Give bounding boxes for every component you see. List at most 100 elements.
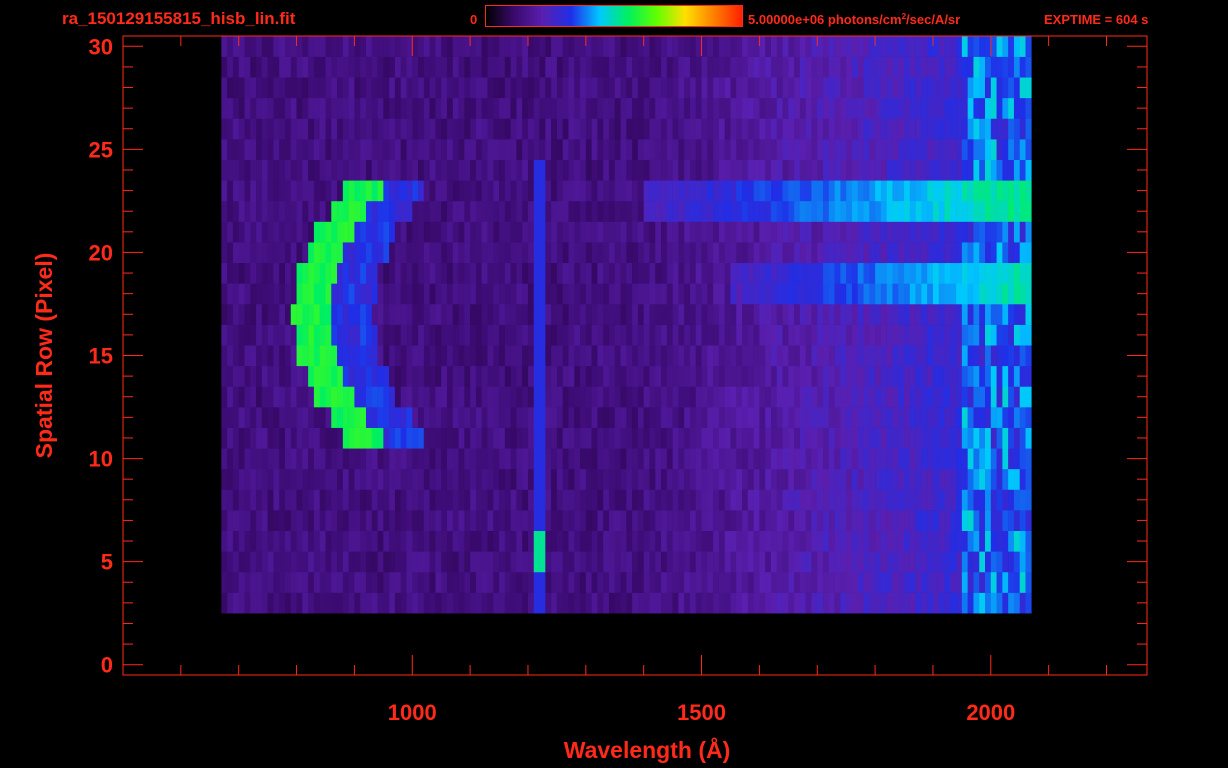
heatmap-cell	[232, 345, 240, 367]
heatmap-cell	[643, 77, 650, 99]
heatmap-cell	[875, 571, 882, 593]
heatmap-cell	[649, 303, 656, 325]
heatmap-cell	[759, 592, 766, 614]
heatmap-cell	[406, 365, 413, 387]
heatmap-cell	[383, 242, 390, 264]
heatmap-cell	[319, 551, 326, 573]
heatmap-cell	[938, 324, 945, 346]
heatmap-cell	[996, 118, 1003, 140]
heatmap-cell	[904, 262, 911, 284]
heatmap-cell	[759, 345, 766, 367]
heatmap-cell	[1013, 283, 1021, 305]
heatmap-cell	[313, 200, 321, 222]
heatmap-cell	[533, 407, 540, 428]
heatmap-cell	[1002, 345, 1009, 367]
heatmap-cell	[406, 139, 413, 160]
heatmap-cell	[799, 407, 806, 428]
heatmap-cell	[504, 510, 511, 532]
heatmap-cell	[880, 386, 887, 408]
heatmap-cell	[811, 283, 818, 305]
heatmap-cell	[799, 489, 806, 511]
heatmap-cell	[608, 36, 616, 57]
heatmap-cell	[383, 36, 390, 57]
heatmap-cell	[990, 118, 997, 140]
heatmap-cell	[684, 262, 691, 284]
heatmap-cell	[227, 159, 234, 181]
heatmap-cell	[412, 77, 419, 99]
heatmap-cell	[510, 530, 517, 552]
heatmap-cell	[956, 468, 963, 490]
heatmap-cell	[684, 571, 691, 593]
heatmap-cell	[441, 221, 448, 243]
heatmap-cell	[875, 510, 882, 532]
heatmap-cell	[961, 159, 968, 181]
heatmap-cell	[730, 530, 737, 552]
heatmap-cell	[487, 592, 494, 614]
heatmap-cell	[851, 139, 859, 160]
heatmap-cell	[475, 262, 482, 284]
heatmap-cell	[319, 159, 326, 181]
heatmap-cell	[637, 324, 644, 346]
heatmap-cell	[527, 571, 535, 593]
heatmap-cell	[799, 56, 806, 78]
heatmap-cell	[545, 468, 552, 490]
heatmap-cell	[400, 427, 407, 449]
heatmap-cell	[342, 386, 349, 408]
heatmap-cell	[886, 118, 893, 140]
heatmap-cell	[805, 530, 812, 552]
heatmap-cell	[655, 427, 662, 449]
heatmap-cell	[742, 530, 749, 552]
heatmap-cell	[736, 365, 743, 387]
heatmap-cell	[580, 530, 587, 552]
heatmap-cell	[840, 468, 847, 490]
heatmap-cell	[730, 365, 737, 387]
heatmap-cell	[580, 345, 587, 367]
heatmap-cell	[851, 77, 859, 99]
heatmap-cell	[221, 97, 228, 119]
heatmap-cell	[695, 386, 702, 408]
heatmap-cell	[244, 262, 251, 284]
heatmap-cell	[533, 242, 540, 264]
heatmap-cell	[406, 242, 413, 264]
heatmap-cell	[834, 118, 841, 140]
heatmap-cell	[961, 36, 968, 57]
heatmap-cell	[591, 489, 598, 511]
heatmap-cell	[562, 180, 569, 202]
heatmap-cell	[296, 303, 303, 325]
heatmap-cell	[464, 283, 471, 305]
heatmap-cell	[811, 139, 818, 160]
heatmap-cell	[828, 489, 835, 511]
heatmap-cell	[1025, 118, 1032, 140]
heatmap-cell	[736, 221, 743, 243]
heatmap-cell	[979, 427, 986, 449]
heatmap-cell	[724, 56, 731, 78]
heatmap-cell	[834, 97, 841, 119]
heatmap-cell	[747, 283, 754, 305]
heatmap-cell	[904, 551, 911, 573]
heatmap-cell	[713, 56, 720, 78]
heatmap-cell	[834, 56, 841, 78]
heatmap-cell	[516, 200, 523, 222]
heatmap-cell	[898, 180, 905, 202]
heatmap-cell	[915, 324, 922, 346]
heatmap-cell	[915, 345, 922, 367]
heatmap-cell	[337, 427, 344, 449]
heatmap-cell	[516, 159, 523, 181]
heatmap-cell	[730, 571, 737, 593]
heatmap-cell	[562, 468, 569, 490]
heatmap-cell	[296, 407, 303, 428]
heatmap-cell	[504, 345, 511, 367]
heatmap-cell	[626, 77, 633, 99]
heatmap-cell	[452, 345, 459, 367]
heatmap-cell	[487, 180, 494, 202]
heatmap-cell	[319, 242, 326, 264]
heatmap-cell	[788, 159, 795, 181]
heatmap-cell	[620, 36, 627, 57]
heatmap-cell	[701, 510, 708, 532]
heatmap-cell	[1008, 159, 1015, 181]
heatmap-cell	[637, 468, 644, 490]
heatmap-cell	[973, 530, 980, 552]
heatmap-cell	[603, 592, 610, 614]
heatmap-cell	[608, 262, 616, 284]
heatmap-cell	[950, 489, 957, 511]
